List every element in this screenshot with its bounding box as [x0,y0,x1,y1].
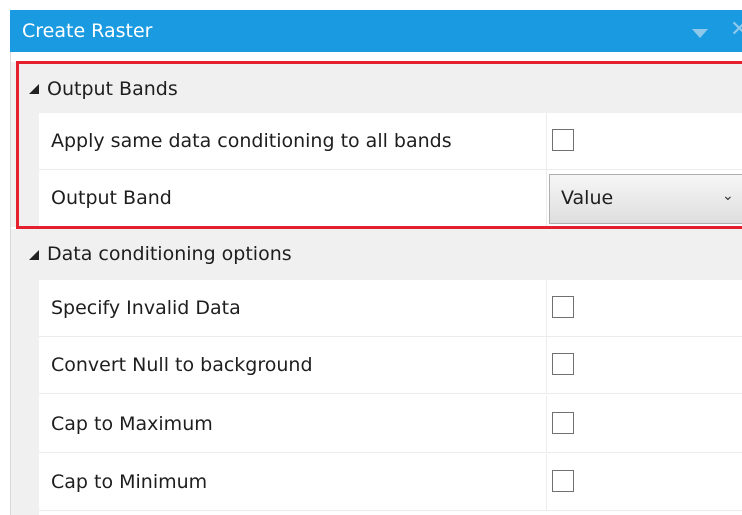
category-output-bands[interactable]: Output Bands [11,62,742,118]
category-data-conditioning[interactable]: Data conditioning options [11,229,742,285]
row-convert-null: Convert Null to background [39,337,742,394]
apply-same-conditioning-checkbox[interactable] [552,129,574,151]
column-divider [546,337,547,393]
row-cap-to-minimum: Cap to Minimum [39,454,742,511]
column-divider [546,280,547,336]
category-label-output-bands: Output Bands [47,78,178,100]
panel-titlebar: Create Raster ✕ [10,10,742,52]
row-label: Output Band [51,187,172,209]
row-cap-to-maximum: Cap to Maximum [39,396,742,453]
category-label-data-conditioning: Data conditioning options [47,243,292,265]
column-divider [546,113,547,169]
row-label: Specify Invalid Data [51,297,241,319]
panel-menu-arrow-icon[interactable] [692,29,708,38]
close-icon[interactable]: ✕ [730,18,742,42]
row-label: Cap to Maximum [51,413,213,435]
row-apply-same-conditioning: Apply same data conditioning to all band… [39,113,742,170]
panel-title: Create Raster [22,20,153,42]
convert-null-checkbox[interactable] [552,353,574,375]
row-output-band: Output Band Value ⌄ [39,170,742,227]
row-specify-invalid-data: Specify Invalid Data [39,280,742,337]
collapse-triangle-icon[interactable] [29,250,39,260]
create-raster-panel: Create Raster ✕ Output Bands Apply same … [0,0,742,515]
cap-to-maximum-checkbox[interactable] [552,412,574,434]
output-band-select[interactable]: Value ⌄ [549,174,742,224]
cap-to-minimum-checkbox[interactable] [552,470,574,492]
collapse-triangle-icon[interactable] [29,84,39,94]
column-divider [546,454,547,510]
chevron-down-icon[interactable]: ⌄ [722,188,734,204]
row-label: Cap to Minimum [51,471,208,493]
row-label: Apply same data conditioning to all band… [51,130,452,152]
column-divider [546,170,547,226]
category-gutter [11,113,39,227]
specify-invalid-data-checkbox[interactable] [552,296,574,318]
output-band-value: Value [561,187,614,209]
category-gutter [11,280,39,515]
row-label: Convert Null to background [51,354,313,376]
column-divider [546,396,547,452]
